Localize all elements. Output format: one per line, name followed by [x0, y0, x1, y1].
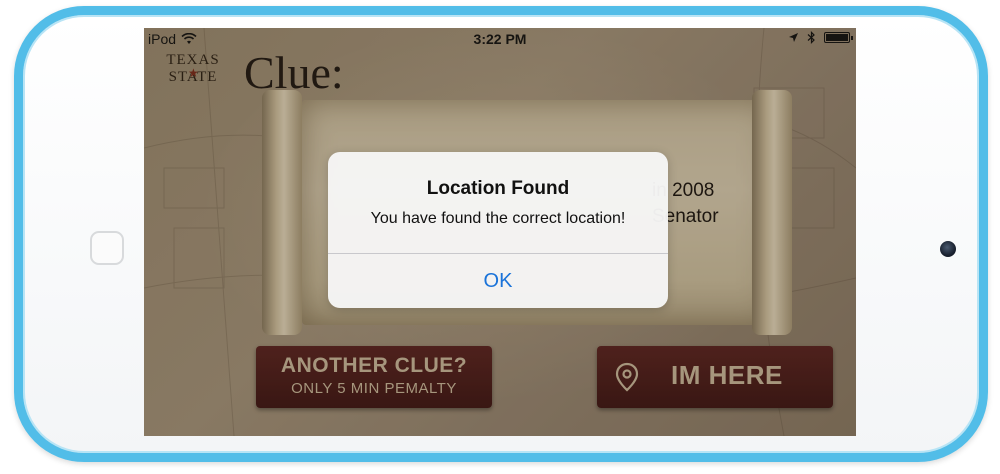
app-screen: iPod 3:22 PM TEXAS ★ STATE Clue: in 2008… [144, 28, 856, 436]
camera-icon [940, 241, 956, 257]
ok-button[interactable]: OK [328, 254, 668, 308]
location-found-alert: Location Found You have found the correc… [328, 152, 668, 308]
alert-title: Location Found [426, 178, 570, 199]
alert-message: You have found the correct location! [370, 210, 626, 227]
home-button[interactable] [90, 231, 124, 265]
